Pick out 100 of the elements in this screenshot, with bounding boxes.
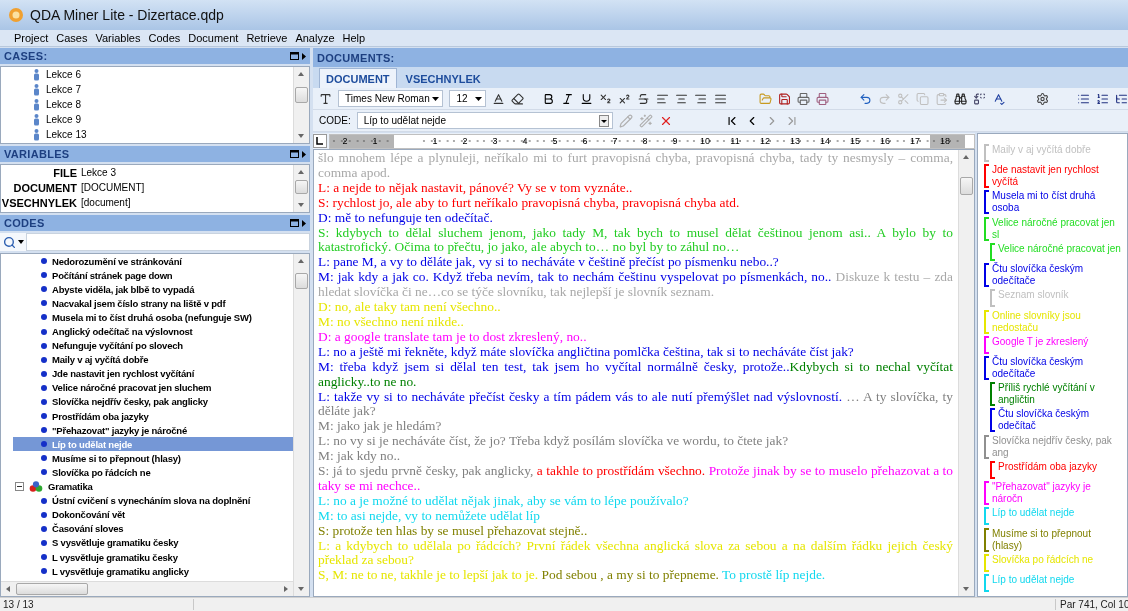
document-tab[interactable]: DOCUMENT bbox=[319, 68, 397, 88]
subscript-icon[interactable] bbox=[599, 91, 613, 106]
code-item[interactable]: Jde nastavit jen rychlost vyčítání bbox=[13, 366, 293, 381]
variable-name: FILE bbox=[52, 166, 77, 179]
ruler-number: 14 bbox=[819, 136, 831, 146]
size-dropdown[interactable]: 12 bbox=[449, 90, 486, 107]
code-item[interactable]: Časování sloves bbox=[13, 521, 293, 536]
menu-item[interactable]: Analyze bbox=[291, 32, 339, 44]
spellcheck-icon[interactable] bbox=[992, 91, 1006, 106]
code-item[interactable]: Dokončování vět bbox=[13, 507, 293, 522]
transcript-paragraph: D: a google translate tam je to dost zkreslený, no.. bbox=[318, 329, 588, 345]
code-count: 13 / 13 bbox=[0, 599, 194, 610]
case-item[interactable]: Lekce 7 bbox=[1, 82, 293, 97]
category-icon bbox=[29, 481, 43, 493]
save-icon[interactable] bbox=[777, 91, 791, 106]
code-item[interactable]: "Přehazovat" jazyky je náročné bbox=[13, 423, 293, 438]
code-item[interactable]: Nefunguje vyčítání po slovech bbox=[13, 338, 293, 353]
menu-item[interactable]: Document bbox=[184, 32, 243, 44]
menu-item[interactable]: Help bbox=[338, 32, 370, 44]
code-label: Líp to udělat nejde bbox=[992, 573, 1076, 587]
numbered-list-icon[interactable] bbox=[1095, 91, 1109, 106]
scrollbar[interactable] bbox=[293, 165, 309, 212]
transcript-paragraph: M: třeba když jsem si dělal ten test, tak jsem ho vyčítal normálně česky, protože..Kdybych si to nechal vyčítat anglicky..to ne no. bbox=[318, 359, 953, 390]
text-color-icon[interactable] bbox=[491, 91, 505, 106]
scrollbar[interactable] bbox=[293, 254, 309, 596]
code-item[interactable]: S vysvětluje gramatiku česky bbox=[13, 535, 293, 550]
strikethrough-icon[interactable] bbox=[637, 91, 651, 106]
code-item[interactable]: Abyste viděla, jak blbě to vypadá bbox=[13, 282, 293, 297]
case-item[interactable]: Lekce 6 bbox=[1, 67, 293, 82]
eraser-icon[interactable] bbox=[510, 91, 524, 106]
scrollbar-thumb[interactable] bbox=[960, 177, 973, 196]
scrollbar[interactable] bbox=[958, 150, 974, 596]
code-item[interactable]: Maily v aj vyčítá dobře bbox=[13, 352, 293, 367]
collapse-icon[interactable] bbox=[15, 482, 24, 492]
code-label: Velice náročné pracovat jen sl bbox=[992, 216, 1116, 241]
code-item[interactable]: Nacvakal jsem číslo strany na liště v pdf bbox=[13, 296, 293, 311]
scrollbar-thumb[interactable] bbox=[16, 583, 88, 595]
printer-icon[interactable] bbox=[796, 91, 810, 106]
code-item[interactable]: Anglický odečítač na výslovnost bbox=[13, 324, 293, 339]
menu-item[interactable]: Retrieve bbox=[242, 32, 292, 44]
code-item[interactable]: Počítání stránek page down bbox=[13, 268, 293, 283]
scrollbar[interactable] bbox=[293, 67, 309, 143]
arrow-icon[interactable] bbox=[302, 150, 306, 158]
maximize-icon[interactable] bbox=[290, 150, 299, 158]
menu-item[interactable]: Project bbox=[10, 32, 53, 44]
menu-item[interactable]: Cases bbox=[52, 32, 92, 44]
font-dropdown[interactable]: Times New Roman bbox=[338, 90, 444, 107]
arrow-icon[interactable] bbox=[302, 219, 306, 227]
case-item[interactable]: Lekce 13 bbox=[1, 127, 293, 142]
ruler-number: 11 bbox=[729, 136, 741, 146]
category-item[interactable]: Gramatika bbox=[13, 479, 293, 494]
binoculars-icon[interactable] bbox=[954, 91, 968, 106]
printer-icon[interactable] bbox=[815, 91, 829, 106]
code-label: Musíme si to přepnout (hlasy) bbox=[992, 527, 1092, 552]
caret-icon[interactable] bbox=[18, 240, 24, 244]
settings-icon[interactable] bbox=[1035, 91, 1049, 106]
scrollbar-thumb[interactable] bbox=[295, 180, 308, 194]
case-item[interactable]: Lekce 9 bbox=[1, 112, 293, 127]
code-item[interactable]: Slovíčka po řádcích ne bbox=[13, 465, 293, 480]
maximize-icon[interactable] bbox=[290, 219, 299, 227]
code-item[interactable]: Musela mi to číst druhá osoba (nefunguje SW) bbox=[13, 310, 293, 325]
scrollbar[interactable] bbox=[1, 581, 293, 596]
scrollbar-thumb[interactable] bbox=[295, 272, 308, 289]
undo-icon[interactable] bbox=[858, 91, 872, 106]
menu-item[interactable]: Codes bbox=[144, 32, 185, 44]
code-dropdown[interactable]: Líp to udělat nejde bbox=[356, 112, 613, 129]
ruler-number: 2 bbox=[341, 136, 349, 146]
caret-icon[interactable] bbox=[474, 96, 482, 101]
variable-name: DOCUMENT bbox=[12, 181, 77, 194]
scrollbar-thumb[interactable] bbox=[295, 86, 308, 103]
font-icon[interactable] bbox=[319, 91, 333, 106]
document-tab[interactable]: VSECHNYLEK bbox=[398, 68, 488, 88]
maximize-icon[interactable] bbox=[290, 52, 299, 60]
case-item[interactable]: Lekce 8 bbox=[1, 97, 293, 112]
caret-icon[interactable] bbox=[432, 96, 440, 101]
tab-stop-icon[interactable] bbox=[313, 134, 327, 148]
menu-item[interactable]: Variables bbox=[91, 32, 145, 44]
code-item[interactable]: L vysvětluje gramatiku anglicky bbox=[13, 564, 293, 579]
transcript-paragraph: L: a nejde to nějak nastavit, pánové? Vy se v tom vyznáte.. bbox=[318, 180, 634, 196]
replace-icon[interactable] bbox=[973, 91, 987, 106]
person-icon bbox=[33, 83, 40, 96]
code-item[interactable]: Slovíčka nejdřív česky, pak anglicky bbox=[13, 394, 293, 410]
code-item[interactable]: Velice náročné pracovat jen sluchem bbox=[13, 380, 293, 395]
code-item[interactable]: Ústní cvičení s vynecháním slova na doplnění bbox=[13, 493, 293, 508]
search-field[interactable] bbox=[26, 233, 310, 251]
underline-icon[interactable] bbox=[580, 91, 594, 106]
code-label: Jde nastavit jen rychlost vyčítá bbox=[992, 164, 1100, 189]
code-item[interactable]: Prostřídám oba jazyky bbox=[13, 409, 293, 424]
code-item[interactable]: Nedorozumění ve stránkování bbox=[13, 254, 293, 269]
variable-name: VSECHNYLEK bbox=[1, 196, 77, 209]
ruler-number: 2 bbox=[461, 136, 469, 146]
code-item[interactable]: L vysvětluje gramatiku česky bbox=[13, 549, 293, 565]
transcript-paragraph: D: mě to nefunguje ten odečítač. bbox=[318, 210, 494, 226]
person-icon bbox=[33, 68, 40, 81]
search-icon[interactable] bbox=[3, 235, 16, 249]
transcript-paragraph: M: jak kdy a jak co. Když třeba nevím, tak to nechám češtinu vyspelovat po písmenkách, no.. Diskuze k testu – zda hledat slovíčka či ne…co se týče slovníku, tak nejlepší je slovník seznam. bbox=[318, 270, 953, 301]
code-item[interactable]: Musíme si to přepnout (hlasy) bbox=[13, 451, 293, 466]
arrow-icon[interactable] bbox=[302, 52, 306, 60]
ruler-number: 5 bbox=[551, 136, 559, 146]
italic-icon[interactable] bbox=[560, 91, 574, 106]
